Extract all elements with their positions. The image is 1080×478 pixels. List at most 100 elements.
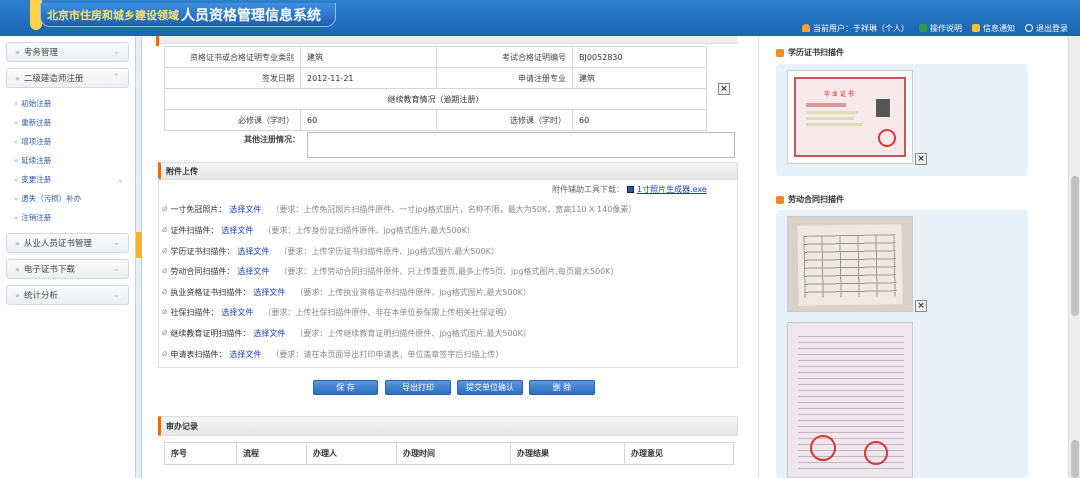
select-file-button[interactable]: 选择文件	[221, 307, 253, 318]
image-icon	[776, 195, 784, 204]
sidebar-section-label: 统计分析	[23, 291, 58, 301]
save-button[interactable]: 保 存	[313, 380, 378, 395]
chevron-down-icon: ⌄	[112, 238, 120, 248]
sidebar-section-label: 从业人员证书管理	[23, 239, 92, 249]
sidebar-item-add[interactable]: » 增项注册	[14, 132, 130, 151]
cert-type-value: 建筑	[300, 46, 437, 68]
chevron-down-icon: ⌄	[112, 290, 120, 300]
tool-download-link[interactable]: 1寸照片生成器.exe	[637, 184, 707, 195]
notice-link[interactable]: 信息通知	[972, 23, 1015, 34]
sidebar-section-label: 考务管理	[23, 48, 58, 58]
select-file-button[interactable]: 选择文件	[237, 266, 269, 277]
attachment-requirement: （要求：上传社保扫描件原件、非在本单位参保需上传相关社保证明）	[263, 307, 512, 317]
table-row: 必修课（学时） 60 选修课（学时） 60	[164, 109, 707, 131]
sidebar-section-register[interactable]: » 二级建造师注册 ⌃	[6, 68, 129, 88]
other-register-row: 其他注册情况：	[164, 132, 735, 158]
app-title: 北京市住房和城乡建设领域 人员资格管理信息系统	[40, 3, 336, 27]
cert-line	[806, 103, 846, 107]
attachment-requirement: （要求：上传免冠照片扫描件原件、一寸jpg格式图片，名称不限，最大为50K，宽高…	[271, 204, 637, 214]
contract-page-thumbnail[interactable]	[787, 322, 913, 478]
edu-cert-thumbnail[interactable]: 毕 业 证 书	[787, 70, 913, 164]
submit-confirm-button[interactable]: 提交单位确认	[457, 380, 523, 395]
audit-header: 审办记录	[158, 416, 738, 436]
select-file-button[interactable]: 选择文件	[221, 225, 253, 236]
power-icon	[1025, 24, 1033, 32]
chevron-down-icon: ⌄	[112, 264, 120, 274]
elective-label: 选修课（学时）	[436, 109, 573, 131]
photo-placeholder	[876, 99, 890, 117]
export-print-button[interactable]: 导出打印	[385, 380, 451, 395]
mail-icon	[972, 24, 980, 32]
table-row: 资格证书或合格证明专业类别 建筑 考试合格证明编号 BJ0052830	[164, 46, 707, 68]
sidebar-section-exam[interactable]: » 考务管理 ⌄	[6, 42, 129, 62]
attachment-requirement: （要求：上传劳动合同扫描件原件、只上传重要页,最多上传5页、jpg格式图片,每页…	[279, 266, 619, 276]
attachment-row: ⌀ 学历证书扫描件： 选择文件 （要求：上传学历证书扫描件原件、jpg格式图片,…	[162, 243, 499, 259]
sidebar-item-label: 初始注册	[21, 99, 52, 108]
cont-edu-heading: 继续教育情况（逾期注册）	[164, 88, 707, 110]
seal-stamp	[878, 129, 896, 147]
attachment-row: ⌀ 劳动合同扫描件： 选择文件 （要求：上传劳动合同扫描件原件、只上传重要页,最…	[162, 263, 619, 279]
remove-contract-page-icon[interactable]: ×	[915, 300, 927, 312]
elective-value: 60	[572, 109, 707, 131]
attachment-name: 继续教育证明扫描件：	[170, 328, 251, 338]
apply-major-value: 建筑	[572, 67, 707, 89]
select-file-button[interactable]: 选择文件	[253, 328, 285, 339]
chevron-down-icon: ⌄	[117, 175, 124, 184]
sidebar-section-label: 电子证书下载	[23, 265, 75, 275]
sidebar-items: » 初始注册 » 重新注册 » 增项注册 » 延续注册 » 变更注册 ⌄ » 遗失（污损）补办…	[14, 94, 135, 227]
sidebar-item-cancel[interactable]: » 注销注册	[14, 208, 130, 227]
chevron-up-icon: ⌃	[112, 73, 120, 83]
double-chevron-icon: »	[14, 137, 19, 146]
select-file-button[interactable]: 选择文件	[253, 287, 285, 298]
paperclip-icon: ⌀	[162, 266, 168, 276]
sidebar-item-reregister[interactable]: » 重新注册	[14, 113, 130, 132]
sidebar-item-extend[interactable]: » 延续注册	[14, 151, 130, 170]
audit-col-header: 办理人	[306, 442, 397, 465]
cert-image: 毕 业 证 书	[794, 77, 906, 157]
attachment-requirement: （要求：请在本页面导出打印申请表，单位盖章签字后扫描上传）	[271, 349, 504, 359]
logout-link[interactable]: 退出登录	[1025, 23, 1068, 34]
attachment-name: 执业资格证书扫描件：	[170, 287, 251, 297]
sidebar-item-initial[interactable]: » 初始注册	[14, 94, 130, 113]
double-chevron-icon: »	[15, 264, 20, 274]
select-file-button[interactable]: 选择文件	[229, 349, 261, 360]
tool-download-label: 附件辅助工具下载：	[552, 185, 624, 194]
contract-page-thumbnail[interactable]	[787, 216, 913, 312]
double-chevron-icon: »	[14, 194, 19, 203]
sidebar-section-stats[interactable]: » 统计分析 ⌄	[6, 285, 129, 305]
edu-scan-title-label: 学历证书扫描件	[788, 48, 844, 57]
exe-file-icon	[627, 186, 634, 193]
sidebar-section-practitioner[interactable]: » 从业人员证书管理 ⌄	[6, 233, 129, 253]
attachment-name: 一寸免冠照片：	[170, 204, 227, 214]
double-chevron-icon: »	[14, 156, 19, 165]
contract-scan-title-label: 劳动合同扫描件	[788, 195, 844, 204]
sidebar-item-change[interactable]: » 变更注册 ⌄	[14, 170, 130, 189]
scrollbar-thumb[interactable]	[1071, 176, 1079, 316]
remove-edu-scan-icon[interactable]: ×	[915, 153, 927, 165]
collapse-handle[interactable]	[136, 232, 142, 258]
app-title-prefix: 北京市住房和城乡建设领域	[47, 8, 179, 22]
sidebar-item-reissue[interactable]: » 遗失（污损）补办	[14, 189, 130, 208]
attachment-name: 证件扫描件：	[170, 225, 219, 235]
audit-col-header: 序号	[164, 442, 237, 465]
exam-no-label: 考试合格证明编号	[436, 46, 573, 68]
sidebar: » 考务管理 ⌄ » 二级建造师注册 ⌃ » 初始注册 » 重新注册 » 增项注册 »…	[0, 36, 136, 478]
select-file-button[interactable]: 选择文件	[229, 204, 261, 215]
chevron-down-icon: ⌄	[112, 47, 120, 57]
scrollbar-thumb[interactable]	[1071, 440, 1079, 478]
help-link[interactable]: 操作说明	[919, 23, 962, 34]
app-title-main: 人员资格管理信息系统	[181, 7, 321, 24]
double-chevron-icon: »	[14, 118, 19, 127]
section-top-strip	[158, 36, 738, 44]
sidebar-splitter[interactable]	[136, 36, 142, 478]
sidebar-item-label: 注销注册	[21, 213, 52, 222]
other-register-input[interactable]	[307, 132, 735, 158]
page-scrollbar[interactable]	[1068, 36, 1080, 478]
sidebar-section-ecert[interactable]: » 电子证书下载 ⌄	[6, 259, 129, 279]
close-icon[interactable]: ×	[718, 83, 730, 95]
help-label: 操作说明	[930, 23, 962, 33]
delete-button[interactable]: 删 除	[529, 380, 595, 395]
attachment-name: 学历证书扫描件：	[170, 246, 235, 256]
current-user: 当前用户：于祥琳（个人）	[802, 23, 909, 34]
select-file-button[interactable]: 选择文件	[237, 246, 269, 257]
